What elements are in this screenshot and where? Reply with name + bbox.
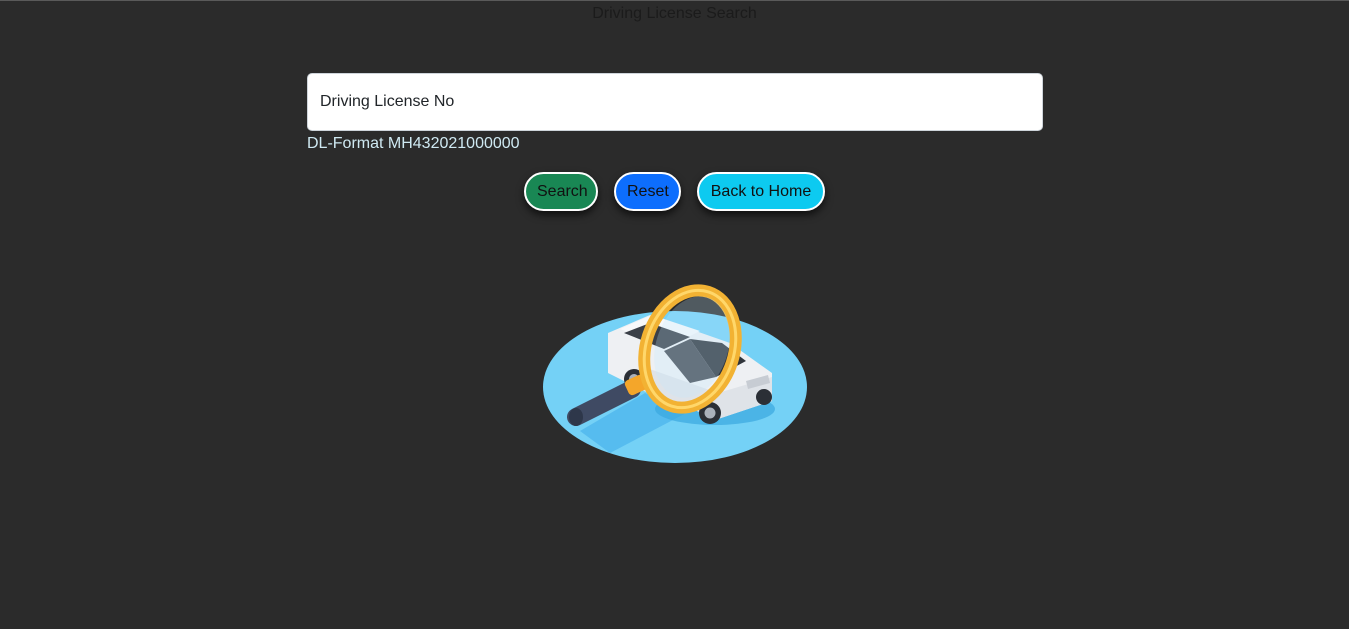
license-number-input[interactable] xyxy=(307,73,1043,131)
action-buttons: Search Reset Back to Home xyxy=(0,172,1349,211)
format-hint: DL-Format MH432021000000 xyxy=(307,135,520,152)
back-to-home-button[interactable]: Back to Home xyxy=(697,172,825,211)
page-title: Driving License Search xyxy=(592,5,757,22)
search-button[interactable]: Search xyxy=(524,172,598,211)
car-search-illustration xyxy=(543,284,807,463)
reset-button[interactable]: Reset xyxy=(614,172,681,211)
